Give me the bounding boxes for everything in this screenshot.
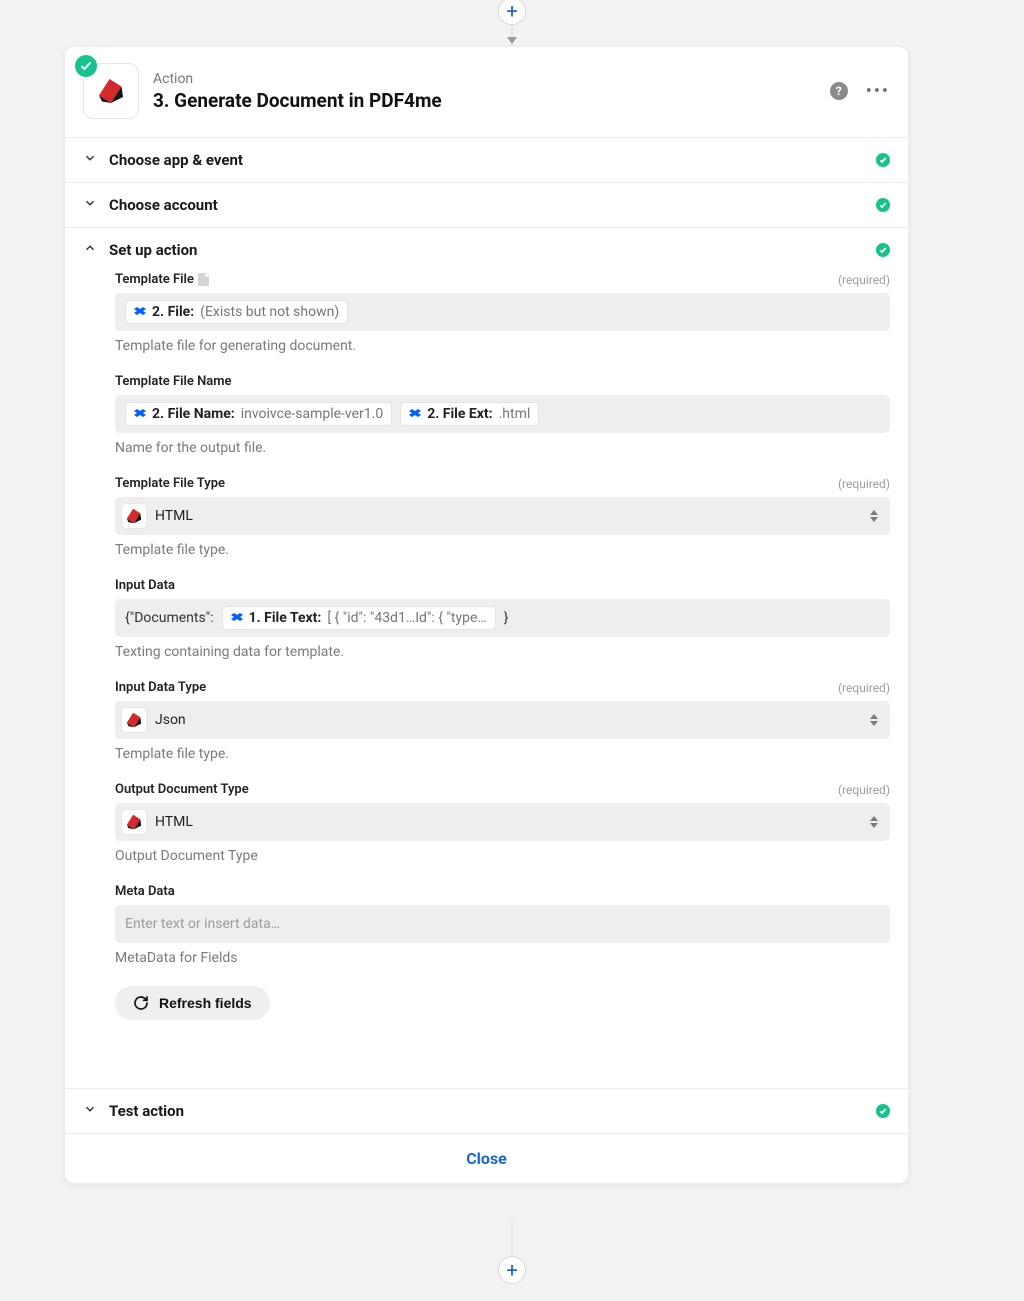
pill-key: 1. File Text: [249, 610, 322, 626]
meta-data-input[interactable]: Enter text or insert data… [115, 905, 890, 943]
file-pill[interactable]: 2. File: (Exists but not shown) [125, 300, 348, 324]
check-icon [876, 1104, 890, 1118]
output-doc-type-help: Output Document Type [115, 848, 890, 864]
template-file-input[interactable]: 2. File: (Exists but not shown) [115, 293, 890, 331]
header-eyebrow: Action [153, 71, 816, 87]
sort-icon [870, 816, 878, 828]
chevron-up-icon [83, 241, 97, 259]
pill-key: 2. File Ext: [427, 406, 492, 422]
template-file-label: Template File [115, 272, 209, 287]
field-meta-data: Meta Data Enter text or insert data… Met… [115, 884, 890, 966]
close-label: Close [466, 1149, 507, 1168]
section-test-action[interactable]: Test action [65, 1088, 908, 1133]
file-text-pill[interactable]: 1. File Text: [ { "id": "43d1…Id": { "ty… [222, 606, 496, 630]
input-data-input[interactable]: {"Documents": 1. File Text: [ { "id": "4… [115, 599, 890, 637]
check-icon [876, 153, 890, 167]
template-file-name-label: Template File Name [115, 374, 232, 389]
select-value: HTML [155, 508, 193, 524]
refresh-fields-label: Refresh fields [159, 995, 252, 1011]
input-data-prefix: {"Documents": [125, 610, 214, 626]
dropbox-icon [134, 408, 146, 420]
input-data-suffix: } [504, 610, 509, 626]
set-up-action-body: Template File (required) 2. File: (Exist… [65, 272, 908, 1088]
input-data-type-select[interactable]: Json [115, 701, 890, 739]
field-input-data: Input Data {"Documents": 1. File Text: [… [115, 578, 890, 660]
file-name-pill[interactable]: 2. File Name: invoivce-sample-ver1.0 [125, 402, 392, 426]
required-label: (required) [838, 783, 890, 797]
close-button[interactable]: Close [65, 1133, 908, 1183]
chevron-down-icon [83, 1102, 97, 1120]
pdf4me-icon [121, 707, 147, 733]
template-file-type-help: Template file type. [115, 542, 890, 558]
arrowhead-icon [507, 37, 517, 44]
dropbox-icon [134, 306, 146, 318]
input-data-type-help: Template file type. [115, 746, 890, 762]
section-choose-app-label: Choose app & event [109, 151, 243, 169]
template-file-type-label: Template File Type [115, 476, 225, 491]
meta-data-label: Meta Data [115, 884, 175, 899]
section-set-up-label: Set up action [109, 241, 197, 259]
field-template-file-name: Template File Name 2. File Name: invoivc… [115, 374, 890, 456]
section-choose-app[interactable]: Choose app & event [65, 137, 908, 182]
output-doc-type-select[interactable]: HTML [115, 803, 890, 841]
section-test-label: Test action [109, 1102, 184, 1120]
dropbox-icon [409, 408, 421, 420]
select-value: Json [155, 712, 186, 728]
status-complete-badge [75, 55, 97, 77]
section-set-up-action[interactable]: Set up action [65, 227, 908, 272]
check-icon [876, 243, 890, 257]
output-doc-type-label: Output Document Type [115, 782, 249, 797]
pdf4me-icon [121, 503, 147, 529]
select-value: HTML [155, 814, 193, 830]
check-icon [876, 198, 890, 212]
refresh-icon [133, 995, 149, 1011]
file-icon [198, 273, 209, 286]
input-data-type-label: Input Data Type [115, 680, 206, 695]
field-template-file-type: Template File Type (required) HTML Templ… [115, 476, 890, 558]
meta-data-help: MetaData for Fields [115, 950, 890, 966]
chevron-down-icon [83, 151, 97, 169]
add-step-button-top[interactable]: + [498, 0, 526, 25]
pill-val: [ { "id": "43d1…Id": { "type… [327, 610, 486, 626]
field-template-file: Template File (required) 2. File: (Exist… [115, 272, 890, 354]
section-choose-account-label: Choose account [109, 196, 218, 214]
file-ext-pill[interactable]: 2. File Ext: .html [400, 402, 539, 426]
dropbox-icon [231, 612, 243, 624]
more-menu-icon[interactable]: ••• [866, 81, 890, 102]
card-header: Action 3. Generate Document in PDF4me ? … [65, 47, 908, 137]
pill-key: 2. File Name: [152, 406, 235, 422]
required-label: (required) [838, 477, 890, 491]
section-choose-account[interactable]: Choose account [65, 182, 908, 227]
app-icon-wrap [83, 63, 139, 119]
pill-val: (Exists but not shown) [200, 304, 339, 320]
pill-val: invoivce-sample-ver1.0 [241, 406, 383, 422]
template-file-type-select[interactable]: HTML [115, 497, 890, 535]
add-step-button-bottom[interactable]: + [498, 1256, 526, 1284]
pill-val: .html [499, 406, 531, 422]
help-icon[interactable]: ? [830, 82, 848, 100]
header-title: 3. Generate Document in PDF4me [153, 89, 816, 112]
pdf4me-icon [121, 809, 147, 835]
action-card: Action 3. Generate Document in PDF4me ? … [64, 46, 909, 1184]
sort-icon [870, 510, 878, 522]
template-file-name-help: Name for the output file. [115, 440, 890, 456]
chevron-down-icon [83, 196, 97, 214]
pill-key: 2. File: [152, 304, 194, 320]
sort-icon [870, 714, 878, 726]
input-data-help: Texting containing data for template. [115, 644, 890, 660]
template-file-name-input[interactable]: 2. File Name: invoivce-sample-ver1.0 2. … [115, 395, 890, 433]
input-data-label: Input Data [115, 578, 175, 593]
template-file-help: Template file for generating document. [115, 338, 890, 354]
meta-data-placeholder: Enter text or insert data… [125, 916, 280, 932]
required-label: (required) [838, 273, 890, 287]
field-input-data-type: Input Data Type (required) Json Template… [115, 680, 890, 762]
field-output-doc-type: Output Document Type (required) HTML Out… [115, 782, 890, 864]
required-label: (required) [838, 681, 890, 695]
refresh-fields-button[interactable]: Refresh fields [115, 986, 270, 1020]
